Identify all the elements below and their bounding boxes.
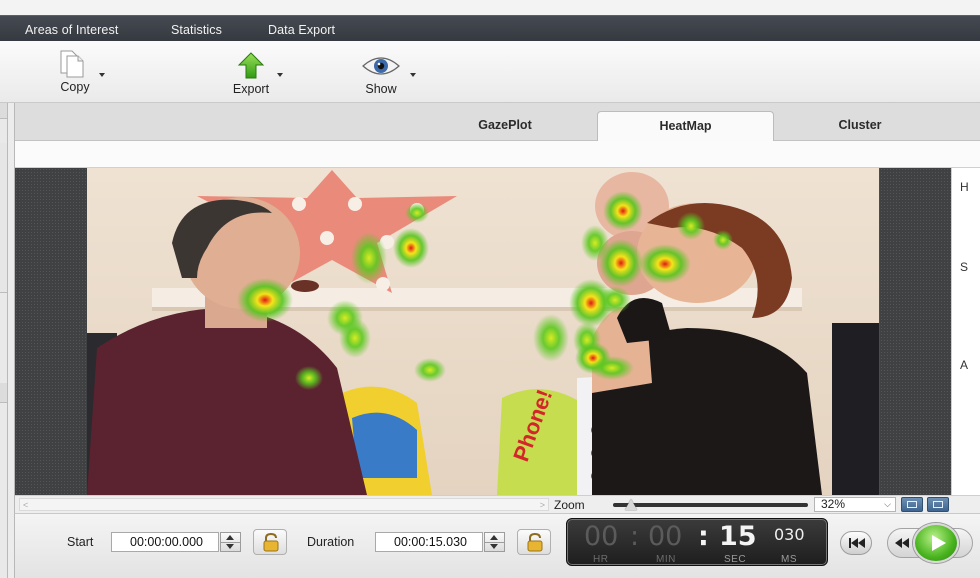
copy-icon — [60, 50, 84, 78]
fit-icon — [907, 501, 917, 508]
export-label: Export — [232, 82, 270, 96]
right-info-panel: H S A — [951, 168, 980, 495]
export-dropdown-caret-icon[interactable] — [277, 73, 283, 77]
menu-data-export[interactable]: Data Export — [268, 23, 335, 37]
spin-down-icon[interactable] — [490, 544, 498, 549]
zoom-slider-thumb[interactable] — [625, 499, 637, 510]
play-button[interactable] — [913, 523, 959, 563]
stimulus-image: Phone! — [87, 168, 879, 495]
play-icon — [932, 535, 946, 551]
window-top-strip — [0, 0, 980, 15]
clock-unit-min: MIN — [656, 554, 676, 565]
viewer-margin-right — [880, 168, 951, 495]
right-panel-label: A — [960, 358, 969, 372]
tab-bar: GazePlot HeatMap Cluster — [15, 103, 980, 142]
start-lock-button[interactable] — [253, 529, 287, 555]
clock-unit-ms: MS — [781, 554, 797, 565]
left-panel-segment — [0, 383, 7, 403]
copy-dropdown-caret-icon[interactable] — [99, 73, 105, 77]
zoom-slider-track[interactable] — [613, 503, 808, 507]
left-side-panel — [0, 103, 8, 578]
time-display: 00 : 00 : 15 030 HR MIN SEC MS — [566, 518, 828, 566]
lock-icon — [263, 532, 279, 552]
start-time-spinner[interactable] — [220, 532, 241, 552]
clock-minutes: 00 — [648, 521, 683, 552]
zoom-select[interactable]: 32% ⌵ — [814, 497, 896, 512]
scroll-right-icon[interactable]: > — [540, 500, 545, 510]
tab-gazeplot[interactable]: GazePlot — [445, 111, 565, 142]
show-label: Show — [365, 82, 397, 96]
toy-blue — [352, 412, 417, 478]
export-arrow-icon — [237, 52, 265, 79]
chair-right — [832, 323, 879, 495]
clock-separator: : — [698, 521, 709, 552]
menu-bar: Areas of Interest Statistics Data Export — [0, 15, 980, 41]
clock-hours: 00 — [584, 521, 619, 552]
left-panel-segment — [0, 103, 7, 119]
right-panel-label: S — [960, 260, 969, 274]
skip-start-icon — [849, 538, 865, 548]
show-dropdown-caret-icon[interactable] — [410, 73, 416, 77]
right-panel-label: H — [960, 180, 969, 194]
heatmap-scene-svg: Phone! — [87, 168, 879, 495]
toolbar: Copy Export Show — [0, 41, 980, 103]
clock-unit-sec: SEC — [724, 554, 747, 565]
copy-button[interactable]: Copy — [52, 47, 105, 99]
zoom-bar: < > Zoom 32% ⌵ — [15, 495, 980, 513]
zoom-label: Zoom — [554, 498, 585, 512]
chevron-down-icon: ⌵ — [884, 499, 891, 509]
start-label: Start — [67, 535, 94, 549]
menu-statistics[interactable]: Statistics — [171, 23, 222, 37]
eye-icon — [362, 57, 400, 75]
tab-cluster[interactable]: Cluster — [800, 111, 920, 142]
start-time-field[interactable]: 00:00:00.000 — [111, 532, 219, 552]
horizontal-scrollbar[interactable]: < > — [19, 498, 549, 511]
clock-separator: : — [630, 521, 640, 552]
playback-bar: Start 00:00:00.000 Duration 00:00:15.030… — [14, 513, 980, 578]
rewind-icon[interactable] — [895, 537, 909, 549]
man-mouth — [291, 280, 319, 292]
zoom-select-value: 32% — [821, 497, 846, 511]
scroll-left-icon[interactable]: < — [23, 500, 28, 510]
clock-seconds: 15 — [719, 521, 757, 552]
duration-spinner[interactable] — [484, 532, 505, 552]
tab-heatmap[interactable]: HeatMap — [597, 111, 774, 142]
clock-unit-hr: HR — [593, 554, 609, 565]
actual-size-button[interactable] — [927, 497, 949, 512]
tab-content-header — [15, 141, 980, 168]
viewer-margin-left — [15, 168, 88, 495]
lock-icon — [527, 532, 543, 552]
menu-areas-of-interest[interactable]: Areas of Interest — [25, 23, 118, 37]
spin-up-icon[interactable] — [226, 535, 234, 540]
fit-to-window-button[interactable] — [901, 497, 923, 512]
export-button[interactable]: Export — [229, 47, 283, 99]
left-panel-segment — [0, 143, 7, 293]
duration-field[interactable]: 00:00:15.030 — [375, 532, 483, 552]
actual-size-icon — [933, 501, 943, 508]
skip-to-start-button[interactable] — [840, 531, 872, 555]
clock-milliseconds: 030 — [774, 525, 805, 544]
show-button[interactable]: Show — [360, 47, 416, 99]
duration-label: Duration — [307, 535, 355, 549]
app-window: Areas of Interest Statistics Data Export… — [0, 0, 980, 578]
duration-lock-button[interactable] — [517, 529, 551, 555]
spin-down-icon[interactable] — [226, 544, 234, 549]
spin-up-icon[interactable] — [490, 535, 498, 540]
copy-label: Copy — [60, 80, 90, 94]
